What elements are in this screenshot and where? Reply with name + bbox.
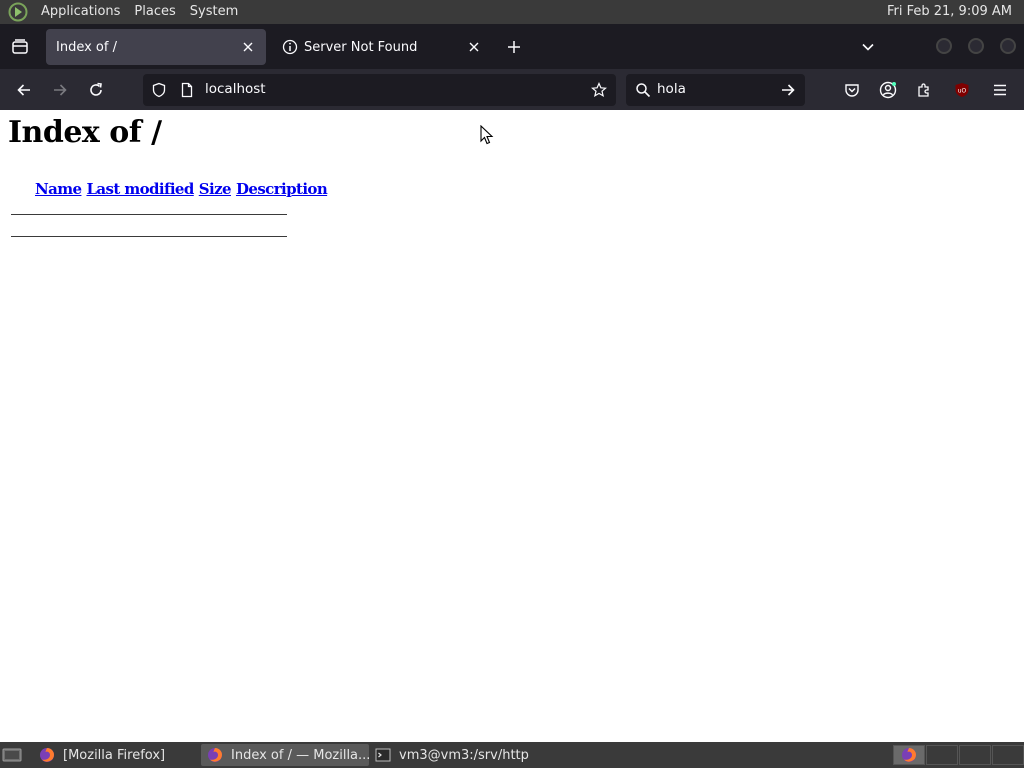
shield-icon[interactable]: [151, 82, 167, 98]
search-bar[interactable]: hola: [626, 74, 805, 106]
directory-listing: Name Last modified Size Description: [11, 180, 328, 237]
tab-index-of[interactable]: Index of /: [46, 29, 266, 65]
taskbar-item-label: Index of / — Mozilla...: [231, 747, 369, 763]
taskbar: [Mozilla Firefox] Index of / — Mozilla..…: [0, 742, 1024, 768]
applications-menu[interactable]: Applications: [34, 0, 127, 24]
top-panel: Applications Places System Fri Feb 21, 9…: [0, 0, 1024, 24]
tab-server-not-found[interactable]: Server Not Found: [272, 29, 492, 65]
tab-title: Server Not Found: [304, 39, 418, 55]
new-tab-button[interactable]: [499, 32, 529, 62]
close-tab-icon[interactable]: [240, 39, 256, 55]
taskbar-item-label: vm3@vm3:/srv/http: [399, 747, 529, 763]
desktop-icon: [2, 748, 22, 762]
plus-icon: [508, 41, 520, 53]
arrow-left-icon: [17, 84, 30, 96]
taskbar-item-label: [Mozilla Firefox]: [63, 747, 166, 763]
chevron-down-icon: [862, 43, 874, 51]
window-maximize-button[interactable]: [968, 38, 984, 54]
back-button[interactable]: [8, 74, 40, 106]
reload-icon: [90, 82, 102, 96]
firefox-view-button[interactable]: [5, 32, 35, 62]
clock[interactable]: Fri Feb 21, 9:09 AM: [879, 0, 1020, 24]
distro-logo-icon[interactable]: [8, 2, 28, 22]
workspace-4[interactable]: [992, 745, 1024, 765]
window-minimize-button[interactable]: [936, 38, 952, 54]
window-close-button[interactable]: [1000, 38, 1016, 54]
ublock-origin-icon: uO: [955, 83, 969, 97]
arrow-right-icon: [54, 84, 67, 96]
forward-button[interactable]: [44, 74, 76, 106]
firefox-view-icon: [12, 39, 28, 54]
firefox-icon: [902, 748, 916, 762]
horizontal-rule: [11, 214, 287, 215]
extensions-button[interactable]: [908, 74, 940, 106]
workspace-2[interactable]: [926, 745, 958, 765]
close-tab-icon[interactable]: [466, 39, 482, 55]
listing-headers: Name Last modified Size Description: [11, 180, 328, 198]
account-button[interactable]: [872, 74, 904, 106]
go-arrow-icon[interactable]: [780, 82, 796, 98]
taskbar-item-terminal[interactable]: vm3@vm3:/srv/http: [369, 744, 539, 766]
system-menu[interactable]: System: [183, 0, 245, 24]
search-input[interactable]: hola: [657, 81, 686, 97]
ublock-origin-button[interactable]: uO: [946, 74, 978, 106]
horizontal-rule: [11, 236, 287, 237]
column-last-modified-link[interactable]: Last modified: [86, 180, 194, 198]
terminal-icon: [375, 748, 391, 762]
column-size-link[interactable]: Size: [199, 180, 232, 198]
workspace-3[interactable]: [959, 745, 991, 765]
firefox-icon: [208, 748, 222, 762]
url-bar[interactable]: localhost: [143, 74, 616, 106]
reload-button[interactable]: [80, 74, 112, 106]
list-all-tabs-button[interactable]: [853, 32, 883, 62]
firefox-icon: [40, 748, 54, 762]
pocket-icon: [845, 84, 859, 97]
navigation-toolbar: localhost hola uO: [0, 69, 1024, 110]
taskbar-item-index-of[interactable]: Index of / — Mozilla...: [201, 744, 369, 766]
page-content: Index of / Name Last modified Size Descr…: [0, 110, 1024, 742]
places-menu[interactable]: Places: [127, 0, 182, 24]
tab-strip: Index of / Server Not Found: [0, 24, 1024, 69]
column-name-link[interactable]: Name: [35, 180, 82, 198]
pocket-button[interactable]: [836, 74, 868, 106]
hamburger-menu-icon: [994, 84, 1006, 96]
panel-menu: Applications Places System: [0, 0, 245, 24]
mouse-cursor-icon: [480, 125, 494, 145]
puzzle-piece-icon: [918, 83, 929, 97]
info-icon: [282, 39, 298, 55]
tab-title: Index of /: [56, 39, 117, 55]
account-icon: [879, 81, 897, 99]
url-text[interactable]: localhost: [205, 81, 266, 97]
search-icon: [636, 83, 651, 98]
show-desktop-button[interactable]: [2, 747, 22, 763]
svg-text:uO: uO: [958, 88, 967, 95]
column-description-link[interactable]: Description: [236, 180, 328, 198]
taskbar-item-mozilla-firefox[interactable]: [Mozilla Firefox]: [33, 744, 195, 766]
workspace-1[interactable]: [893, 745, 925, 765]
app-menu-button[interactable]: [984, 74, 1016, 106]
page-title: Index of /: [8, 115, 162, 150]
page-icon[interactable]: [179, 82, 195, 98]
bookmark-star-icon[interactable]: [591, 82, 607, 98]
